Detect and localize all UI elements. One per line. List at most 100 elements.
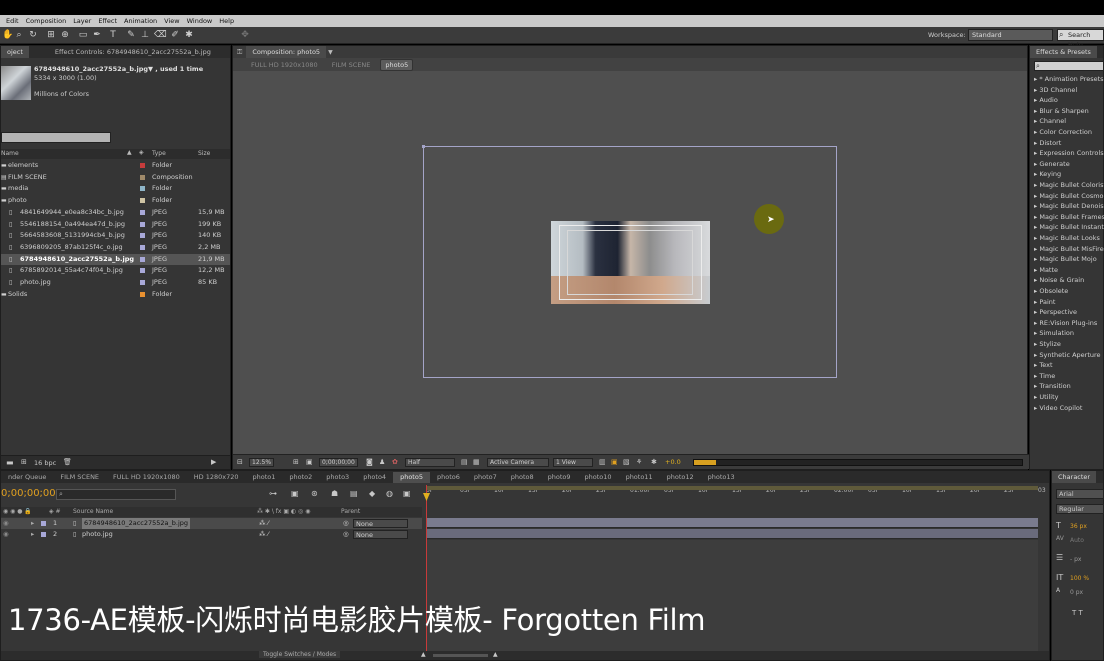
- breadcrumb-item[interactable]: FILM SCENE: [328, 60, 375, 70]
- transparency-grid-icon[interactable]: ▦: [473, 458, 480, 466]
- pixel-aspect-icon[interactable]: ▥: [599, 458, 606, 466]
- always-preview-icon[interactable]: ⊟: [237, 458, 243, 466]
- effect-category[interactable]: ▸ Expression Controls: [1034, 149, 1104, 157]
- bit-depth-button[interactable]: 16 bpc: [34, 459, 56, 467]
- font-family-select[interactable]: Arial: [1056, 489, 1104, 499]
- label-color-chip[interactable]: [140, 209, 145, 215]
- rotate-tool-icon[interactable]: ↻: [28, 30, 38, 40]
- effect-category[interactable]: ▸ Audio: [1034, 96, 1058, 104]
- effect-category[interactable]: ▸ Utility: [1034, 393, 1058, 401]
- effect-category[interactable]: ▸ Paint: [1034, 298, 1055, 306]
- menu-item-composition[interactable]: Composition: [26, 17, 67, 25]
- effect-category[interactable]: ▸ Magic Bullet MisFire: [1034, 245, 1104, 253]
- label-color-chip[interactable]: [140, 233, 145, 239]
- project-item[interactable]: ▯ 5546188154_0a494ea47d_b.jpg JPEG 199 KB: [1, 219, 230, 231]
- effect-category[interactable]: ▸ Generate: [1034, 160, 1070, 168]
- layer-switches[interactable]: ⁂ ⁄: [259, 529, 269, 540]
- camera-view-select[interactable]: Active Camera: [487, 458, 549, 467]
- timeline-tab[interactable]: FULL HD 1920x1080: [106, 472, 187, 483]
- effect-category[interactable]: ▸ Transition: [1034, 382, 1071, 390]
- zoom-in-icon[interactable]: ▲: [493, 651, 498, 658]
- pan-behind-tool-icon[interactable]: ⊕: [60, 30, 70, 40]
- effect-category[interactable]: ▸ Stylize: [1034, 340, 1061, 348]
- timeline-tab[interactable]: photo1: [246, 472, 283, 483]
- faux-style-icons[interactable]: T T: [1072, 609, 1083, 617]
- timeline-layer-row[interactable]: ◉ ▸ 1 ▯ 6784948610_2acc27552a_b.jpg ⁂ ⁄ ◎ None: [1, 518, 422, 529]
- parent-select[interactable]: None: [353, 519, 408, 528]
- label-color-chip[interactable]: [140, 186, 145, 192]
- project-item[interactable]: ▬ Solids Folder: [1, 289, 230, 301]
- lock-icon[interactable]: ⚿: [233, 48, 246, 57]
- region-icon[interactable]: ▣: [306, 458, 313, 466]
- zoom-tool-icon[interactable]: ⌕: [14, 30, 24, 40]
- label-color-chip[interactable]: [140, 268, 145, 274]
- label-color-chip[interactable]: [140, 174, 145, 180]
- label-color-chip[interactable]: [140, 244, 145, 250]
- effects-search-input[interactable]: ⌕: [1034, 61, 1104, 71]
- search-help-input[interactable]: Search Help: [1057, 29, 1104, 49]
- clone-stamp-tool-icon[interactable]: ⊥: [140, 30, 150, 40]
- effects-panel-title[interactable]: Effects & Presets: [1030, 46, 1097, 58]
- timeline-tab[interactable]: photo9: [541, 472, 578, 483]
- pen-tool-icon[interactable]: ✒: [92, 30, 102, 40]
- timeline-tab[interactable]: FILM SCENE: [53, 472, 106, 483]
- twirl-arrow-icon[interactable]: ▸: [31, 529, 34, 540]
- tab-effect-controls[interactable]: Effect Controls: 6784948610_2acc27552a_b…: [49, 46, 217, 58]
- eraser-tool-icon[interactable]: ⌫: [154, 30, 167, 40]
- live-update-icon[interactable]: ▣: [291, 489, 299, 498]
- project-item[interactable]: ▯ 6785892014_55a4c74f04_b.jpg JPEG 12,2 MB: [1, 265, 230, 277]
- label-color-chip[interactable]: [140, 163, 145, 168]
- channel-icon[interactable]: ✿: [392, 458, 398, 466]
- effect-category[interactable]: ▸ Perspective: [1034, 308, 1077, 316]
- flowchart-icon[interactable]: ⚘: [636, 458, 642, 466]
- effect-category[interactable]: ▸ Matte: [1034, 266, 1058, 274]
- roto-brush-tool-icon[interactable]: ✐: [170, 30, 180, 40]
- timeline-tab[interactable]: photo3: [319, 472, 356, 483]
- effect-category[interactable]: ▸ Blur & Sharpen: [1034, 107, 1089, 115]
- layer-label-chip[interactable]: [41, 532, 46, 537]
- effect-category[interactable]: ▸ Synthetic Aperture: [1034, 351, 1101, 359]
- effect-category[interactable]: ▸ Keying: [1034, 170, 1061, 178]
- label-color-chip[interactable]: [140, 280, 145, 285]
- motion-blur-icon[interactable]: ◆: [369, 489, 375, 498]
- column-name[interactable]: Name: [1, 150, 19, 157]
- timeline-tab[interactable]: nder Queue: [1, 472, 53, 483]
- zoom-out-icon[interactable]: ▲: [421, 651, 426, 658]
- effect-category[interactable]: ▸ Magic Bullet InstantHD: [1034, 223, 1104, 231]
- view-layout-select[interactable]: 1 View: [553, 458, 593, 467]
- effect-category[interactable]: ▸ * Animation Presets: [1034, 75, 1104, 83]
- label-color-chip[interactable]: [140, 291, 145, 297]
- brainstorm-icon[interactable]: ▣: [403, 489, 411, 498]
- effect-category[interactable]: ▸ Magic Bullet Colorista: [1034, 181, 1104, 189]
- effect-category[interactable]: ▸ Text: [1034, 361, 1053, 369]
- effect-category[interactable]: ▸ Magic Bullet Denoiser: [1034, 202, 1104, 210]
- layer-bar-2[interactable]: [426, 529, 1038, 539]
- exposure-value[interactable]: +0.0: [665, 458, 681, 466]
- mask-tool-icon[interactable]: ▭: [78, 30, 88, 40]
- column-source-name[interactable]: Source Name: [73, 508, 113, 515]
- column-type[interactable]: Type: [152, 150, 166, 157]
- layer-label-chip[interactable]: [41, 521, 46, 526]
- current-time-field[interactable]: 0;00;00;00: [319, 458, 358, 467]
- scale-value[interactable]: 100 %: [1070, 575, 1089, 582]
- layer-switches[interactable]: ⁂ ⁄: [259, 518, 269, 529]
- timeline-tab[interactable]: HD 1280x720: [187, 472, 246, 483]
- project-item[interactable]: ▯ 6396809205_87ab125f4c_o.jpg JPEG 2,2 MB: [1, 242, 230, 254]
- draft-3d-icon[interactable]: ⊛: [311, 489, 318, 498]
- effect-category[interactable]: ▸ Noise & Grain: [1034, 276, 1084, 284]
- menu-item-animation[interactable]: Animation: [124, 17, 157, 25]
- project-search-input[interactable]: [1, 132, 111, 143]
- effect-category[interactable]: ▸ Channel: [1034, 117, 1066, 125]
- frame-blending-icon[interactable]: ▤: [350, 489, 358, 498]
- column-parent[interactable]: Parent: [341, 508, 360, 515]
- timeline-zoom-slider[interactable]: [433, 654, 488, 657]
- toggle-switches-modes-button[interactable]: Toggle Switches / Modes: [259, 651, 341, 658]
- timeline-icon[interactable]: ▧: [623, 458, 630, 466]
- project-item[interactable]: ▬ photo Folder: [1, 195, 230, 207]
- tab-project[interactable]: oject: [1, 46, 29, 58]
- snapshot-icon[interactable]: ◙: [366, 458, 373, 466]
- new-composition-icon[interactable]: ⊞: [21, 458, 27, 466]
- baseline-value[interactable]: 0 px: [1070, 589, 1083, 596]
- scroll-right-icon[interactable]: ▶: [211, 458, 216, 466]
- menu-item-view[interactable]: View: [164, 17, 179, 25]
